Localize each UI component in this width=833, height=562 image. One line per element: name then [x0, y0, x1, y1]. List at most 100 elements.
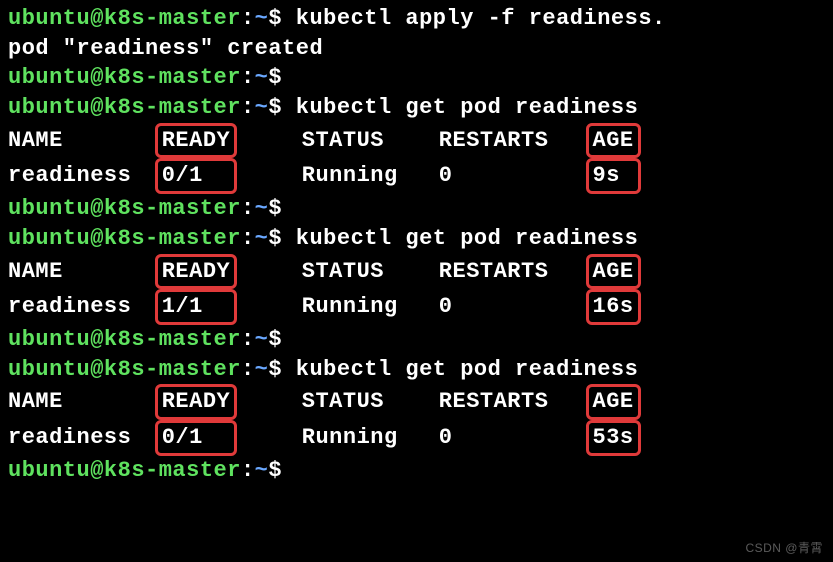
terminal-line: ubuntu@k8s-master:~$ — [8, 63, 825, 93]
prompt-dollar: $ — [268, 6, 282, 31]
prompt-host: k8s-master — [104, 6, 241, 31]
prompt-at: @ — [90, 95, 104, 120]
prompt-at: @ — [90, 357, 104, 382]
col-status: STATUS — [302, 259, 384, 284]
prompt-dollar: $ — [268, 65, 282, 90]
cell-restarts: 0 — [439, 425, 453, 450]
prompt-dollar: $ — [268, 357, 282, 382]
col-restarts: RESTARTS — [439, 389, 549, 414]
table-header: NAME READY STATUS RESTARTS AGE — [8, 384, 825, 420]
col-name: NAME — [8, 128, 63, 153]
prompt-at: @ — [90, 65, 104, 90]
cell-status: Running — [302, 163, 398, 188]
prompt-colon: : — [241, 327, 255, 352]
prompt-colon: : — [241, 357, 255, 382]
prompt-host: k8s-master — [104, 458, 241, 483]
highlight-box: 0/1 — [155, 420, 238, 456]
prompt-colon: : — [241, 65, 255, 90]
cell-ready: 1/1 — [162, 294, 203, 319]
highlight-box: AGE — [586, 384, 641, 420]
terminal-line: ubuntu@k8s-master:~$ — [8, 194, 825, 224]
prompt-colon: : — [241, 226, 255, 251]
prompt-at: @ — [90, 226, 104, 251]
prompt-user: ubuntu — [8, 6, 90, 31]
highlight-box: 9s — [586, 158, 641, 194]
prompt-at: @ — [90, 6, 104, 31]
table-header: NAME READY STATUS RESTARTS AGE — [8, 123, 825, 159]
prompt-dollar: $ — [268, 226, 282, 251]
highlight-box: AGE — [586, 123, 641, 159]
highlight-box: 0/1 — [155, 158, 238, 194]
prompt-dollar: $ — [268, 458, 282, 483]
col-ready: READY — [162, 259, 231, 284]
prompt-tilde: ~ — [255, 458, 269, 483]
prompt-tilde: ~ — [255, 357, 269, 382]
prompt-tilde: ~ — [255, 327, 269, 352]
prompt-host: k8s-master — [104, 226, 241, 251]
highlight-box: 53s — [586, 420, 641, 456]
prompt-host: k8s-master — [104, 196, 241, 221]
col-age: AGE — [593, 128, 634, 153]
cell-status: Running — [302, 425, 398, 450]
prompt-colon: : — [241, 95, 255, 120]
prompt-colon: : — [241, 6, 255, 31]
col-status: STATUS — [302, 389, 384, 414]
cell-age: 53s — [593, 425, 634, 450]
prompt-at: @ — [90, 196, 104, 221]
terminal-line: ubuntu@k8s-master:~$ — [8, 325, 825, 355]
terminal-line: ubuntu@k8s-master:~$ kubectl get pod rea… — [8, 355, 825, 385]
cell-status: Running — [302, 294, 398, 319]
highlight-box: 16s — [586, 289, 641, 325]
cell-name: readiness — [8, 163, 131, 188]
terminal-line: ubuntu@k8s-master:~$ kubectl get pod rea… — [8, 224, 825, 254]
col-status: STATUS — [302, 128, 384, 153]
col-ready: READY — [162, 389, 231, 414]
terminal-line: ubuntu@k8s-master:~$ — [8, 456, 825, 486]
col-age: AGE — [593, 389, 634, 414]
command-text[interactable]: kubectl get pod readiness — [296, 357, 639, 382]
command-text[interactable]: kubectl apply -f readiness. — [296, 6, 666, 31]
prompt-dollar: $ — [268, 327, 282, 352]
prompt-user: ubuntu — [8, 196, 90, 221]
highlight-box: READY — [155, 123, 238, 159]
watermark-text: CSDN @青霄 — [745, 540, 823, 556]
cell-restarts: 0 — [439, 163, 453, 188]
prompt-dollar: $ — [268, 95, 282, 120]
command-text[interactable]: kubectl get pod readiness — [296, 95, 639, 120]
prompt-colon: : — [241, 196, 255, 221]
cell-age: 9s — [593, 163, 620, 188]
table-row: readiness 0/1 Running 0 9s — [8, 158, 825, 194]
prompt-tilde: ~ — [255, 95, 269, 120]
prompt-user: ubuntu — [8, 327, 90, 352]
highlight-box: 1/1 — [155, 289, 238, 325]
cell-age: 16s — [593, 294, 634, 319]
col-name: NAME — [8, 389, 63, 414]
highlight-box: AGE — [586, 254, 641, 290]
cell-name: readiness — [8, 294, 131, 319]
prompt-host: k8s-master — [104, 65, 241, 90]
cell-ready: 0/1 — [162, 163, 203, 188]
table-row: readiness 0/1 Running 0 53s — [8, 420, 825, 456]
prompt-user: ubuntu — [8, 65, 90, 90]
prompt-tilde: ~ — [255, 65, 269, 90]
prompt-host: k8s-master — [104, 95, 241, 120]
prompt-user: ubuntu — [8, 357, 90, 382]
prompt-at: @ — [90, 458, 104, 483]
terminal-line: ubuntu@k8s-master:~$ kubectl apply -f re… — [8, 4, 825, 34]
terminal-line: ubuntu@k8s-master:~$ kubectl get pod rea… — [8, 93, 825, 123]
col-restarts: RESTARTS — [439, 259, 549, 284]
prompt-tilde: ~ — [255, 196, 269, 221]
col-age: AGE — [593, 259, 634, 284]
prompt-host: k8s-master — [104, 357, 241, 382]
prompt-host: k8s-master — [104, 327, 241, 352]
prompt-tilde: ~ — [255, 226, 269, 251]
prompt-user: ubuntu — [8, 95, 90, 120]
col-restarts: RESTARTS — [439, 128, 549, 153]
col-name: NAME — [8, 259, 63, 284]
command-text[interactable]: kubectl get pod readiness — [296, 226, 639, 251]
prompt-tilde: ~ — [255, 6, 269, 31]
table-header: NAME READY STATUS RESTARTS AGE — [8, 254, 825, 290]
table-row: readiness 1/1 Running 0 16s — [8, 289, 825, 325]
cell-name: readiness — [8, 425, 131, 450]
prompt-user: ubuntu — [8, 226, 90, 251]
